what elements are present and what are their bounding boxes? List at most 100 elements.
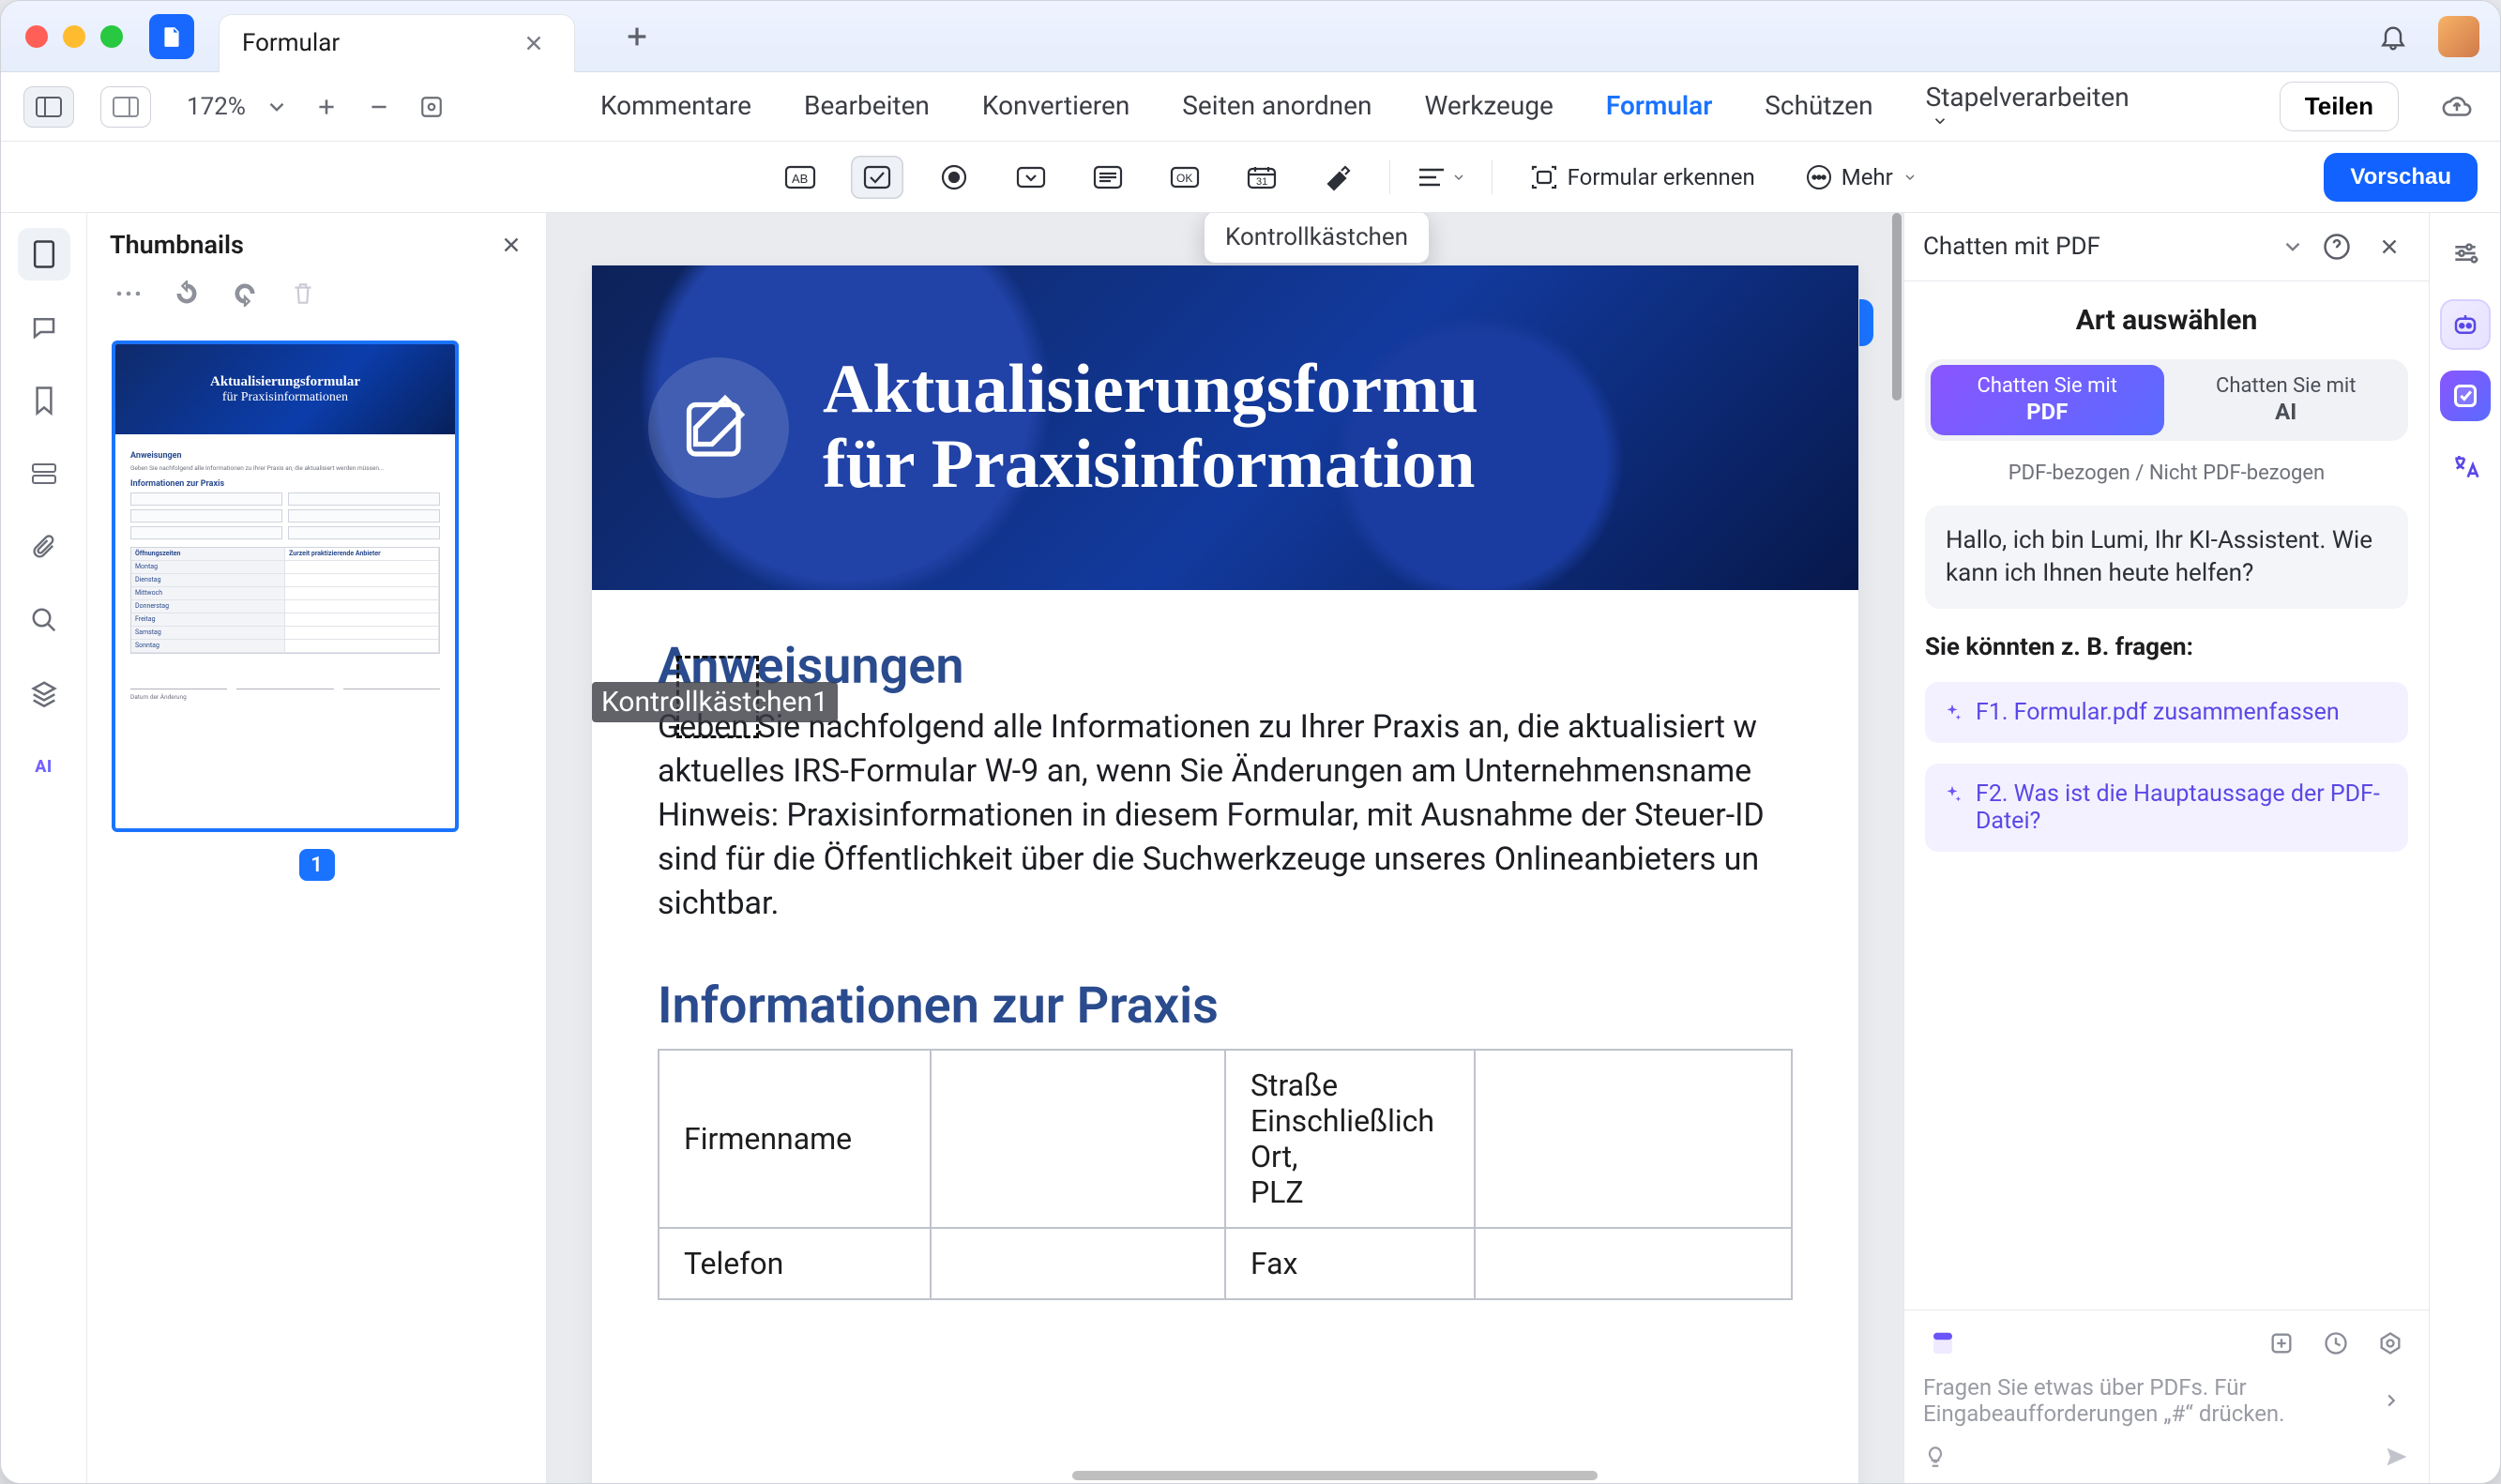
ai-settings-button[interactable] [2371,1324,2410,1363]
list-box-tool[interactable] [1082,156,1134,199]
notifications-button[interactable] [2372,16,2414,57]
toggle-sidebar-button[interactable] [23,86,74,128]
menu-comments[interactable]: Kommentare [597,84,755,129]
ai-history-button[interactable] [2316,1324,2356,1363]
dropdown-tool[interactable] [1005,156,1057,199]
fit-page-button[interactable] [413,88,450,126]
ai-attach-button[interactable] [2262,1324,2301,1363]
table-cell-label: Straße Einschließlich Ort, PLZ [1225,1050,1475,1228]
more-tools-button[interactable]: Mehr [1793,156,1931,199]
table-cell-input[interactable] [1475,1228,1792,1299]
cloud-sync-button[interactable] [2436,86,2478,128]
menu-form[interactable]: Formular [1602,84,1716,129]
thumbnails-ops [87,265,546,322]
vertical-scroll-thumb[interactable] [1892,213,1902,401]
ai-mode-dropdown[interactable]: Chatten mit PDF [1923,233,2305,261]
horizontal-scrollbar[interactable] [547,1468,1903,1483]
thumbnails-close[interactable] [499,233,523,257]
main-menu: Kommentare Bearbeiten Konvertieren Seite… [477,76,2253,138]
ai-suggestion[interactable]: F2. Was ist die Hauptaussage der PDF-Dat… [1925,764,2408,852]
minimize-window-button[interactable] [63,25,85,48]
rail-layers[interactable] [18,667,70,719]
ai-help-button[interactable] [2316,226,2357,267]
vertical-scrollbar[interactable] [1890,213,1903,1483]
rail-ai[interactable]: AI [18,740,70,793]
ai-prompt-library-button[interactable] [1923,1324,1963,1363]
form-tools-row: AB OK 31 [1,142,2500,213]
ai-tips-button[interactable] [1923,1445,1948,1469]
page-thumbnail[interactable]: Aktualisierungsformular für Praxisinform… [112,341,459,832]
ai-suggestion[interactable]: F1. Formular.pdf zusammenfassen [1925,682,2408,743]
thumb-section-label: Anweisungen [130,451,440,461]
recognize-form-button[interactable]: Formular erkennen [1517,156,1768,199]
separator [1389,160,1390,194]
table-cell-input[interactable] [1475,1050,1792,1228]
menu-edit[interactable]: Bearbeiten [800,84,933,129]
horizontal-scroll-thumb[interactable] [1072,1471,1598,1480]
signature-field-tool[interactable] [1312,156,1365,199]
rail2-ai-bot[interactable] [2440,299,2491,350]
rotate-left-button[interactable] [168,275,205,312]
ai-send-button[interactable] [2384,1444,2410,1470]
menu-convert[interactable]: Konvertieren [978,84,1133,129]
rail-fields[interactable] [18,447,70,500]
text-field-tool[interactable]: AB [774,156,826,199]
segment-chat-ai[interactable]: Chatten Sie mitAI [2170,365,2403,435]
table-cell-input[interactable] [931,1050,1225,1228]
segment-chat-pdf[interactable]: Chatten Sie mitPDF [1931,365,2164,435]
document-canvas[interactable]: Kontrollkästchen Aktualisierungsformufür… [547,213,1903,1483]
instructions-text: Geben Sie nachfolgend alle Informationen… [658,705,1793,926]
thumbnails-title: Thumbnails [110,230,244,260]
share-button[interactable]: Teilen [2280,82,2399,131]
ai-mode-label: Chatten mit PDF [1923,233,2100,261]
align-tool[interactable] [1415,156,1467,199]
date-field-tool[interactable]: 31 [1235,156,1288,199]
radio-button-tool[interactable] [928,156,980,199]
ai-close-button[interactable] [2369,226,2410,267]
menu-bar: 172% Kommentare Bearbeiten Konvertieren … [1,72,2500,142]
zoom-controls: 172% [187,88,450,126]
app-icon [149,14,194,59]
rail2-translate[interactable] [2440,442,2491,492]
thumbnail-banner: Aktualisierungsformular für Praxisinform… [115,344,455,434]
thumbnails-more[interactable] [110,275,147,312]
menu-tools[interactable]: Werkzeuge [1420,84,1556,129]
rail-bookmarks[interactable] [18,374,70,427]
rail-thumbnails[interactable] [18,228,70,280]
close-tab-button[interactable] [516,25,552,61]
menu-protect[interactable]: Schützen [1761,84,1876,129]
document-tab[interactable]: Formular [219,14,575,72]
zoom-out-button[interactable] [360,88,398,126]
ai-expand-button[interactable] [2372,1382,2410,1419]
ai-mode-note: PDF-bezogen / Nicht PDF-bezogen [1925,462,2408,485]
rotate-right-button[interactable] [226,275,264,312]
right-rail [2429,213,2500,1483]
new-tab-button[interactable] [613,12,661,61]
tool-tooltip: Kontrollkästchen [1204,213,1430,264]
thumbnails-panel: Thumbnails Aktualisierungsformular für P… [87,213,547,1483]
rail2-tasks[interactable] [2440,371,2491,421]
more-tools-label: Mehr [1842,164,1893,190]
checkbox-tool[interactable] [851,156,903,199]
rail-search[interactable] [18,594,70,646]
delete-page-button[interactable] [284,275,322,312]
main-area: AI Thumbnails Aktualis [1,213,2500,1483]
rail-attachments[interactable] [18,521,70,573]
ai-suggestion-text: F2. Was ist die Hauptaussage der PDF-Dat… [1976,780,2391,835]
ai-prompt-input[interactable]: Fragen Sie etwas über PDFs. Für Eingabea… [1923,1374,2361,1427]
menu-arrange-pages[interactable]: Seiten anordnen [1178,84,1375,129]
preview-button[interactable]: Vorschau [2324,153,2478,202]
toggle-rightpanel-button[interactable] [100,86,151,128]
menu-batch[interactable]: Stapelverarbeiten [1922,76,2133,138]
table-cell-input[interactable] [931,1228,1225,1299]
rail2-settings[interactable] [2440,228,2491,279]
zoom-in-button[interactable] [308,88,345,126]
left-rail: AI [1,213,87,1483]
zoom-dropdown[interactable] [261,91,293,123]
user-avatar[interactable] [2438,16,2479,57]
close-window-button[interactable] [25,25,48,48]
rail-comments[interactable] [18,301,70,354]
maximize-window-button[interactable] [100,25,123,48]
button-tool[interactable]: OK [1159,156,1211,199]
checkbox-field-label: Kontrollkästchen1 [592,682,838,722]
